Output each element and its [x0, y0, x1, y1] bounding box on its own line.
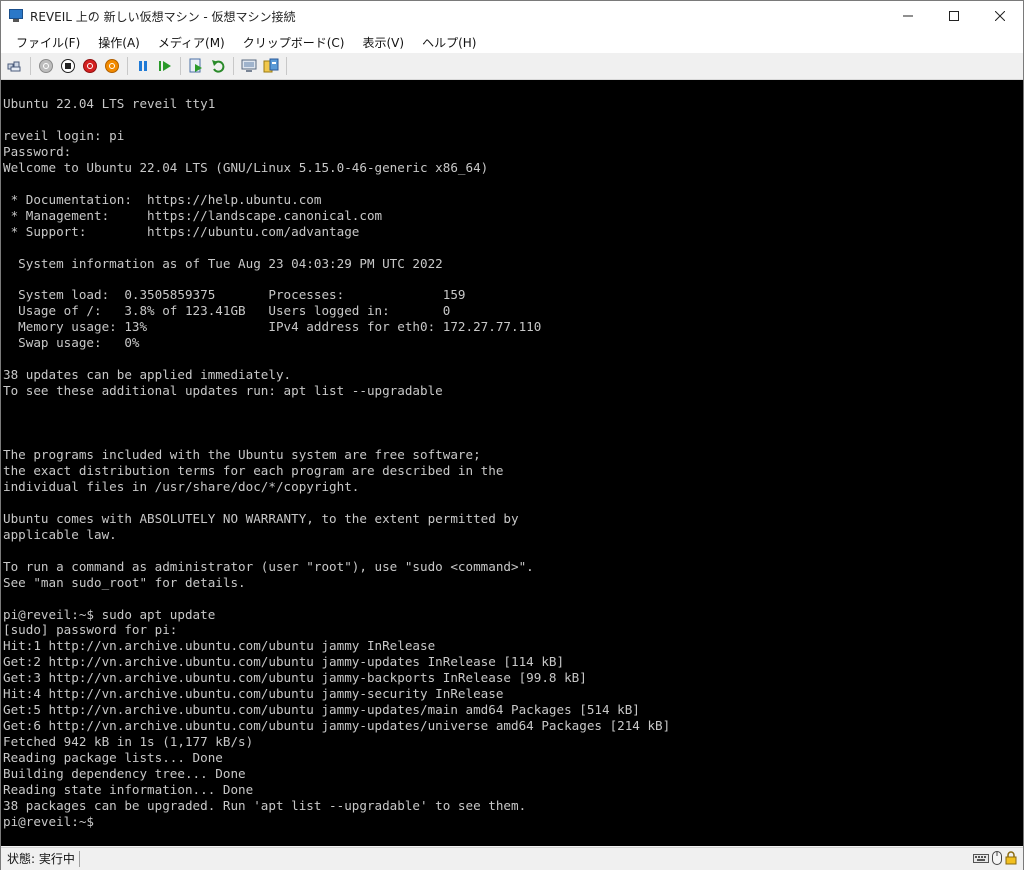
toolbar-separator: [233, 57, 234, 75]
menu-action[interactable]: 操作(A): [90, 34, 148, 51]
vm-connect-app-icon: [8, 9, 24, 23]
vm-connection-window: REVEIL 上の 新しい仮想マシン - 仮想マシン接続 ファイル(F) 操作(…: [0, 0, 1024, 870]
power-button[interactable]: [103, 57, 121, 75]
mouse-icon: [992, 851, 1002, 865]
close-button[interactable]: [977, 1, 1023, 31]
checkpoint-button[interactable]: [187, 57, 205, 75]
close-icon: [995, 11, 1005, 21]
shutdown-button[interactable]: [81, 57, 99, 75]
status-bar: 状態: 実行中: [1, 847, 1023, 870]
power-icon: [105, 59, 119, 73]
pause-icon: [139, 61, 147, 71]
checkpoint-icon: [189, 58, 202, 73]
toolbar-separator: [127, 57, 128, 75]
enhanced-session-button[interactable]: [240, 57, 258, 75]
resume-icon: [159, 61, 171, 71]
keyboard-icon: [973, 854, 989, 863]
start-icon: [39, 59, 53, 73]
toolbar-separator: [286, 57, 287, 75]
terminal-output: Ubuntu 22.04 LTS reveil tty1 reveil logi…: [3, 96, 671, 829]
revert-button[interactable]: [209, 57, 227, 75]
maximize-button[interactable]: [931, 1, 977, 31]
maximize-icon: [949, 11, 959, 21]
menu-file[interactable]: ファイル(F): [8, 34, 88, 51]
ctrl-alt-del-button[interactable]: [6, 57, 24, 75]
share-button[interactable]: [262, 57, 280, 75]
revert-icon: [212, 60, 225, 73]
minimize-icon: [903, 15, 913, 17]
title-bar[interactable]: REVEIL 上の 新しい仮想マシン - 仮想マシン接続: [1, 1, 1023, 31]
menu-bar: ファイル(F) 操作(A) メディア(M) クリップボード(C) 表示(V) ヘ…: [1, 31, 1023, 53]
resume-button[interactable]: [156, 57, 174, 75]
turn-off-button[interactable]: [59, 57, 77, 75]
start-button[interactable]: [37, 57, 55, 75]
minimize-button[interactable]: [885, 1, 931, 31]
share-icon: [263, 58, 279, 73]
menu-help[interactable]: ヘルプ(H): [414, 34, 484, 51]
menu-clipboard[interactable]: クリップボード(C): [235, 34, 353, 51]
pause-button[interactable]: [134, 57, 152, 75]
vm-state-status: 状態: 実行中: [1, 851, 80, 867]
turn-off-icon: [61, 59, 75, 73]
menu-view[interactable]: 表示(V): [355, 34, 413, 51]
toolbar: [1, 53, 1023, 80]
lock-icon: [1005, 851, 1017, 865]
shutdown-icon: [83, 59, 97, 73]
enhanced-session-icon: [241, 59, 257, 72]
toolbar-separator: [30, 57, 31, 75]
ctrl-alt-del-icon: [7, 61, 21, 72]
menu-media[interactable]: メディア(M): [150, 34, 233, 51]
vm-console-screen[interactable]: Ubuntu 22.04 LTS reveil tty1 reveil logi…: [1, 80, 1023, 846]
toolbar-separator: [180, 57, 181, 75]
window-title: REVEIL 上の 新しい仮想マシン - 仮想マシン接続: [30, 9, 296, 24]
